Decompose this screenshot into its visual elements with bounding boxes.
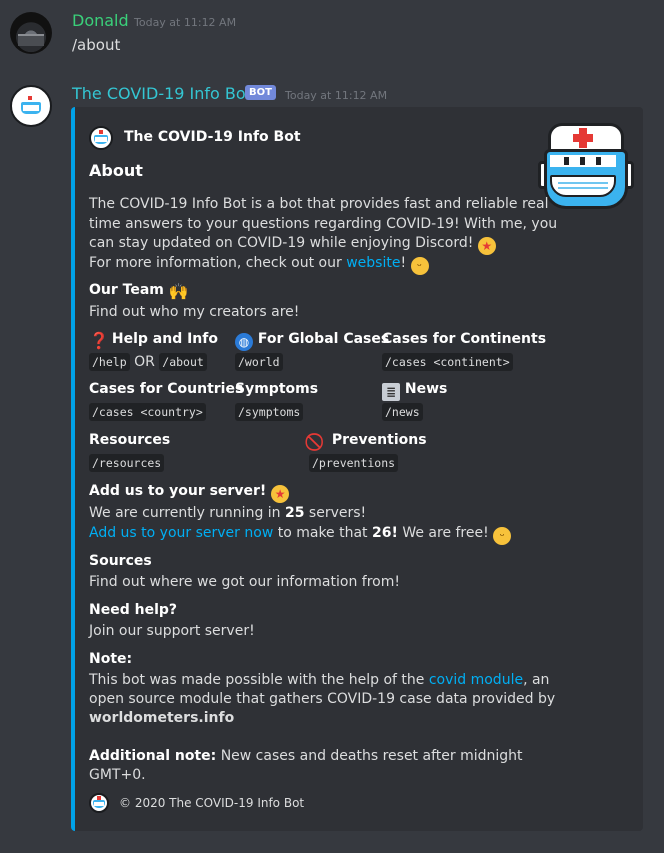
continents-heading: Cases for Continents (382, 331, 547, 347)
bot-avatar[interactable] (10, 85, 52, 127)
need-help-heading: Need help? (89, 602, 178, 618)
additional-note-heading: Additional note: (89, 748, 217, 764)
global-heading: For Global Cases (257, 331, 390, 347)
team-heading: Our Team (89, 282, 164, 298)
embed-description-line: The COVID-19 Info Bot is a bot that prov… (89, 196, 549, 212)
add-text: to make that (273, 525, 372, 541)
raised-hands-emoji: 🙌 (168, 282, 189, 301)
embed-title: About (89, 161, 143, 180)
no-entry-emoji: ⃠ (309, 433, 327, 451)
news-command: /news (382, 403, 423, 421)
symptoms-heading: Symptoms (235, 381, 319, 397)
about-command: /about (159, 353, 207, 371)
server-count: 25 (285, 505, 305, 521)
support-server-link[interactable]: Join our support server! (89, 621, 255, 641)
preventions-heading: Preventions (331, 432, 427, 448)
mask-icon (536, 123, 634, 217)
newspaper-emoji: ≣ (382, 383, 400, 401)
note-heading: Note: (89, 651, 133, 667)
additional-note-text: New cases and deaths reset after midnigh… (216, 748, 523, 764)
smiley-emoji: ᵕ (410, 257, 429, 275)
description-text: For more information, check out our (89, 255, 347, 271)
embed-footer: © 2020 The COVID-19 Info Bot (119, 796, 305, 810)
message-timestamp: Today at 11:12 AM (285, 89, 388, 102)
symptoms-command: /symptoms (235, 403, 304, 421)
note-text: This bot was made possible with the help… (89, 672, 429, 688)
add-text: We are free! (397, 525, 489, 541)
website-link[interactable]: website (346, 255, 400, 271)
sources-link[interactable]: Find out where we got our information fr… (89, 572, 400, 592)
author-name-bot[interactable]: The COVID-19 Info Bot (72, 84, 252, 103)
country-command: /cases <country> (89, 403, 206, 421)
add-server-link[interactable]: Add us to your server now (89, 525, 273, 541)
or-text: OR (134, 354, 155, 370)
preventions-command: /preventions (309, 454, 399, 472)
globe-emoji: ◍ (235, 333, 253, 351)
embed-description-line: can stay updated on COVID-19 while enjoy… (89, 235, 474, 251)
message-timestamp: Today at 11:12 AM (134, 16, 237, 29)
resources-command: /resources (89, 454, 165, 472)
add-text: servers! (304, 505, 367, 521)
footer-icon (89, 793, 109, 813)
star-struck-emoji: ★ (477, 237, 496, 255)
user-avatar[interactable] (10, 12, 52, 54)
note-text: open source module that gathers COVID-19… (89, 691, 556, 707)
embed-author-name: The COVID-19 Info Bot (124, 129, 301, 145)
resources-heading: Resources (89, 432, 171, 448)
add-text: We are currently running in (89, 505, 285, 521)
question-mark-emoji: ❓ (89, 331, 109, 350)
continent-command: /cases <continent> (382, 353, 513, 371)
news-heading: News (404, 381, 448, 397)
message-text: /about (72, 36, 121, 54)
description-text: ! (400, 255, 407, 271)
worldometers-link[interactable]: worldometers.info (89, 708, 234, 728)
star-struck-emoji: ★ (271, 485, 290, 503)
embed-author-icon (89, 126, 113, 150)
help-command: /help (89, 353, 130, 371)
countries-heading: Cases for Countries (89, 381, 244, 397)
smiley-emoji: ᵕ (493, 527, 512, 545)
help-heading: Help and Info (111, 331, 218, 347)
embed-description-line: time answers to your questions regarding… (89, 216, 558, 232)
team-link[interactable]: Find out who my creators are! (89, 302, 299, 322)
bot-badge: BOT (245, 85, 276, 100)
additional-note-text: GMT+0. (89, 767, 146, 783)
add-heading: Add us to your server! (89, 483, 267, 499)
note-text: , an (523, 672, 550, 688)
world-command: /world (235, 353, 283, 371)
sources-heading: Sources (89, 553, 152, 569)
covid-module-link[interactable]: covid module (429, 672, 523, 688)
author-name-donald[interactable]: Donald (72, 11, 129, 30)
next-server-count: 26! (372, 525, 398, 541)
